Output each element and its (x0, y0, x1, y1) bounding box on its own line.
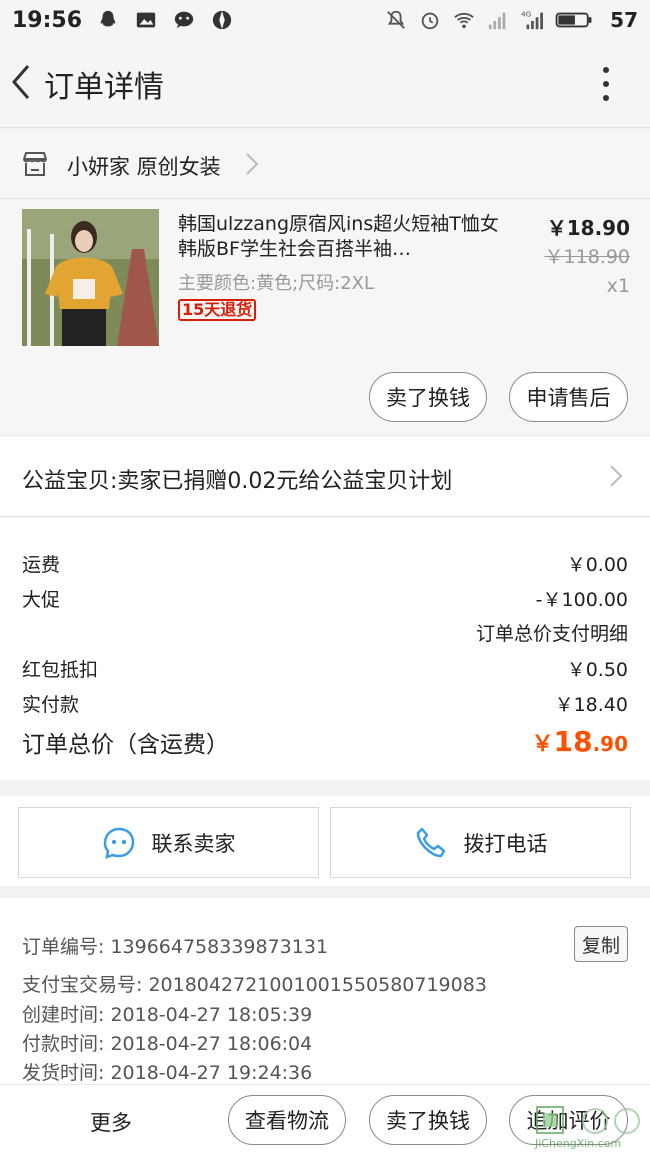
shipped-time: 发货时间: 2018-04-27 19:24:36 (22, 1062, 313, 1084)
watermark-logo-icon (536, 1106, 640, 1134)
total-integer: 18 (553, 725, 593, 758)
payment-detail-link[interactable]: 订单总价支付明细 (476, 619, 628, 646)
order-number: 订单编号: 139664758339873131 (22, 936, 329, 958)
redpacket-label: 红包抵扣 (22, 659, 99, 681)
paid-label: 实付款 (22, 694, 80, 716)
product-sku: 主要颜色:黄色;尺码:2XL (178, 273, 375, 294)
wechat-icon (174, 11, 194, 29)
order-item: 韩国ulzzang原宿风ins超火短袖T恤女韩版BF学生社会百搭半袖… 主要颜色… (0, 200, 650, 434)
logistics-button[interactable]: 查看物流 (228, 1095, 346, 1145)
alipay-number: 支付宝交易号: 2018042721001001550580719083 (22, 974, 487, 996)
signal-icon (488, 12, 506, 30)
product-title[interactable]: 韩国ulzzang原宿风ins超火短袖T恤女韩版BF学生社会百搭半袖… (178, 212, 508, 262)
back-arrow-icon[interactable] (6, 60, 36, 104)
page-title: 订单详情 (44, 70, 164, 105)
qq-icon (100, 10, 116, 27)
navbar: 订单详情 (0, 40, 650, 128)
shop-name: 小妍家 原创女装 (67, 155, 221, 179)
wifi-icon (454, 12, 474, 29)
chevron-right-icon (610, 465, 623, 487)
redpacket-value: ￥0.50 (566, 659, 628, 681)
product-price: ￥18.90 (546, 216, 630, 240)
return-policy-badge: 15天退货 (178, 299, 257, 321)
battery-level: 57 (610, 8, 638, 32)
more-button[interactable]: 更多 (90, 1107, 132, 1137)
total-decimal: .90 (592, 732, 628, 756)
call-label: 拨打电话 (463, 831, 548, 856)
resell-bottom-button[interactable]: 卖了换钱 (369, 1095, 487, 1145)
shipping-label: 运费 (22, 554, 61, 576)
after-sale-button[interactable]: 申请售后 (509, 372, 628, 422)
copy-button[interactable]: 复制 (574, 926, 628, 962)
signal-4g-icon: 4G (521, 9, 544, 30)
product-original-price: ￥118.90 (544, 246, 630, 268)
store-icon (23, 152, 47, 176)
contact-section: 联系卖家 拨打电话 (0, 796, 650, 886)
total-amount: ￥18.90 (532, 725, 628, 758)
watermark-text: JiChengXin.com (535, 1137, 622, 1150)
charity-text: 公益宝贝:卖家已捐赠0.02元给公益宝贝计划 (22, 469, 453, 494)
paid-time: 付款时间: 2018-04-27 18:06:04 (22, 1033, 313, 1055)
fee-summary: 运费 ￥0.00 大促 -￥100.00 订单总价支付明细 红包抵扣 ￥0.50… (0, 518, 650, 780)
photo-app-icon (212, 10, 232, 30)
product-thumbnail[interactable] (22, 209, 159, 346)
total-currency: ￥ (531, 732, 554, 757)
product-quantity: x1 (606, 275, 630, 297)
image-icon (136, 12, 156, 28)
created-time: 创建时间: 2018-04-27 18:05:39 (22, 1004, 313, 1026)
alarm-icon (421, 12, 439, 30)
call-button[interactable]: 拨打电话 (330, 807, 631, 878)
resell-button[interactable]: 卖了换钱 (369, 372, 487, 422)
promo-label: 大促 (22, 589, 61, 611)
shop-row[interactable]: 小妍家 原创女装 (0, 129, 650, 199)
status-bar: 19:56 4G 57 (0, 0, 650, 40)
paid-value: ￥18.40 (554, 694, 628, 716)
contact-seller-label: 联系卖家 (151, 831, 236, 856)
site-watermark: JiChengXin.com (535, 1103, 645, 1151)
chevron-right-icon (246, 153, 259, 175)
promo-value: -￥100.00 (535, 589, 628, 611)
battery-icon (555, 12, 592, 28)
mute-icon (387, 10, 406, 29)
total-row: 订单总价（含运费） ￥18.90 (22, 725, 628, 761)
svg-text:4G: 4G (521, 9, 532, 18)
chat-bubble-icon (103, 827, 134, 859)
total-label: 订单总价（含运费） (22, 732, 229, 758)
phone-icon (416, 827, 445, 857)
shipping-value: ￥0.00 (566, 554, 628, 576)
order-info: 订单编号: 139664758339873131 复制 支付宝交易号: 2018… (0, 898, 650, 1084)
contact-seller-button[interactable]: 联系卖家 (18, 807, 319, 878)
status-time: 19:56 (12, 7, 83, 33)
charity-row[interactable]: 公益宝贝:卖家已捐赠0.02元给公益宝贝计划 (0, 437, 650, 517)
more-vertical-icon[interactable] (590, 62, 622, 106)
